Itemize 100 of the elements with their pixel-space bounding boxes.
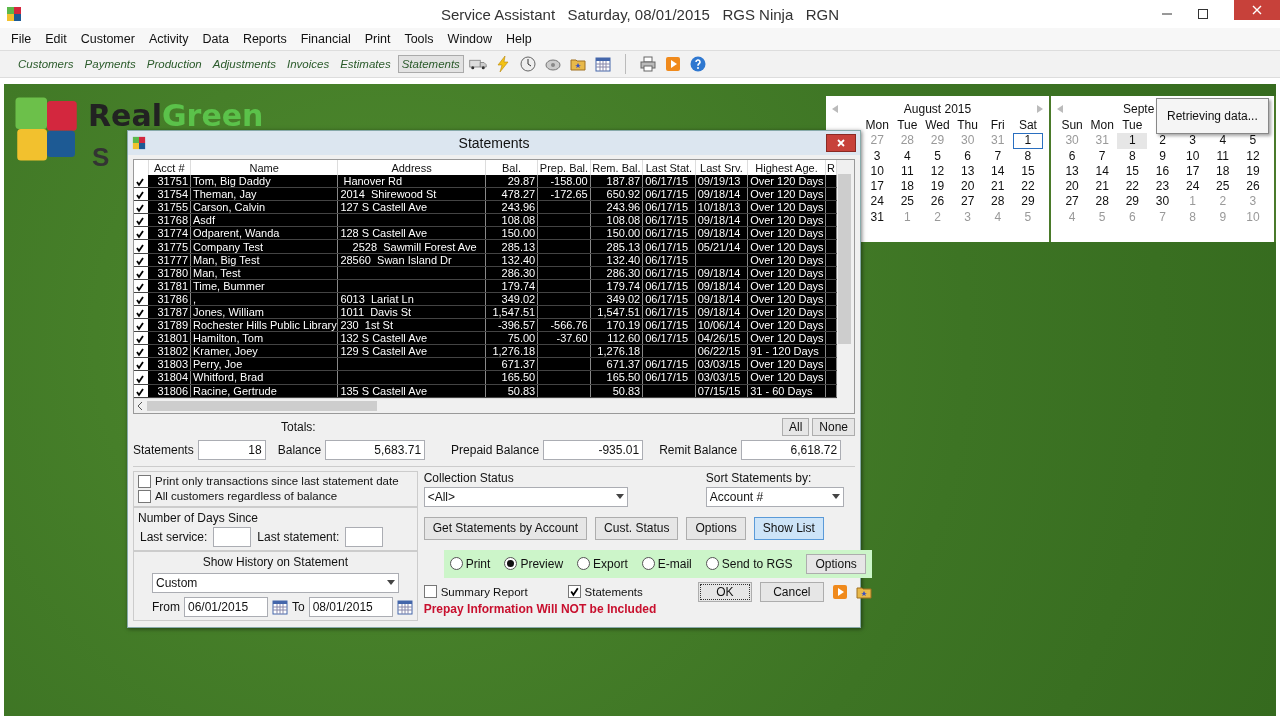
calendar-day[interactable]: 10 bbox=[862, 163, 893, 180]
toolbar-tab[interactable]: Customers bbox=[14, 55, 78, 73]
output-radio[interactable]: Print bbox=[449, 556, 491, 571]
calendar-day[interactable]: 21 bbox=[982, 179, 1013, 195]
history-dropdown[interactable]: Custom bbox=[152, 572, 399, 593]
calendar-day[interactable]: 18 bbox=[1207, 163, 1238, 180]
include-checkbox[interactable]: Summary Report bbox=[423, 585, 528, 599]
toolbar-tab[interactable]: Payments bbox=[80, 55, 140, 73]
calendar-day[interactable]: 6 bbox=[952, 148, 983, 164]
calendar-day[interactable]: 1 bbox=[1117, 133, 1148, 149]
column-header[interactable]: Address bbox=[337, 160, 486, 175]
calendar-day[interactable]: 1 bbox=[1012, 133, 1043, 149]
action-button[interactable]: Cust. Status bbox=[595, 516, 679, 540]
output-radio[interactable]: E-mail bbox=[641, 556, 692, 571]
calendar-day[interactable]: 4 bbox=[892, 148, 923, 164]
calendar-day[interactable]: 7 bbox=[982, 148, 1013, 164]
calendar-day[interactable]: 30 bbox=[1147, 194, 1178, 210]
calendar-day[interactable]: 13 bbox=[952, 163, 983, 180]
options-button[interactable]: Options bbox=[806, 553, 866, 574]
menu-item[interactable]: Print bbox=[357, 32, 398, 46]
date-field[interactable]: 08/01/2015 bbox=[308, 596, 393, 617]
include-checkbox[interactable]: Statements bbox=[567, 585, 643, 599]
calendar-day[interactable]: 11 bbox=[892, 163, 923, 180]
action-button[interactable]: Options bbox=[686, 516, 746, 540]
column-header[interactable]: Prep. Bal. bbox=[537, 160, 591, 175]
calendar-day[interactable]: 8 bbox=[1117, 148, 1148, 164]
menu-item[interactable]: Data bbox=[195, 32, 236, 46]
menu-item[interactable]: Reports bbox=[235, 32, 294, 46]
calendar-day[interactable]: 8 bbox=[1012, 148, 1043, 164]
column-header[interactable]: Acct # bbox=[148, 160, 191, 175]
calendar-day[interactable]: 13 bbox=[1057, 163, 1088, 180]
calendar-day[interactable]: 3 bbox=[862, 148, 893, 164]
calendar-day[interactable]: 12 bbox=[922, 163, 953, 180]
calendar-day[interactable]: 15 bbox=[1117, 163, 1148, 180]
calendar-day[interactable]: 22 bbox=[1117, 179, 1148, 195]
calendar-day[interactable]: 5 bbox=[1237, 133, 1268, 149]
toolbar-tab[interactable]: Adjustments bbox=[208, 55, 280, 73]
menu-item[interactable]: Tools bbox=[397, 32, 441, 46]
menu-item[interactable]: File bbox=[4, 32, 39, 46]
calendar-day[interactable]: 29 bbox=[1117, 194, 1148, 210]
calendar-day[interactable]: 19 bbox=[922, 179, 953, 195]
menu-item[interactable]: Customer bbox=[73, 32, 142, 46]
calendar-day[interactable]: 23 bbox=[1147, 179, 1178, 195]
collection-status-dropdown[interactable]: <All> bbox=[423, 486, 628, 507]
column-header[interactable]: R bbox=[825, 160, 837, 175]
filter-checkbox[interactable]: Print only transactions since last statement date bbox=[138, 474, 413, 488]
calendar-day[interactable]: 21 bbox=[1087, 179, 1118, 195]
action-button[interactable]: Show List bbox=[753, 516, 824, 540]
calendar-day[interactable]: 9 bbox=[1147, 148, 1178, 164]
calendar-day[interactable]: 11 bbox=[1207, 148, 1238, 164]
calendar-day[interactable]: 14 bbox=[982, 163, 1013, 180]
calendar-day[interactable]: 16 bbox=[1147, 163, 1178, 180]
column-header[interactable]: Bal. bbox=[485, 160, 538, 175]
calendar-day[interactable]: 18 bbox=[892, 179, 923, 195]
calendar-day[interactable]: 31 bbox=[862, 209, 893, 226]
calendar-day[interactable]: 28 bbox=[1087, 194, 1118, 210]
menu-item[interactable]: Financial bbox=[293, 32, 358, 46]
calendar-day[interactable]: 27 bbox=[952, 194, 983, 210]
calendar-day[interactable]: 19 bbox=[1237, 163, 1268, 180]
toolbar-tab[interactable]: Invoices bbox=[283, 55, 334, 73]
calendar-day[interactable]: 12 bbox=[1237, 148, 1268, 164]
calendar-day[interactable]: 22 bbox=[1012, 179, 1043, 195]
calendar-day[interactable]: 27 bbox=[1057, 194, 1088, 210]
calendar-day[interactable]: 28 bbox=[982, 194, 1013, 210]
ok-button[interactable]: OK bbox=[697, 581, 752, 602]
calendar-day[interactable]: 20 bbox=[952, 179, 983, 195]
calendar-day[interactable]: 2 bbox=[1147, 133, 1178, 149]
toolbar-tab[interactable]: Estimates bbox=[336, 55, 395, 73]
calendar-day[interactable]: 24 bbox=[862, 194, 893, 210]
toolbar-tab[interactable]: Statements bbox=[397, 55, 464, 73]
calendar-day[interactable]: 5 bbox=[922, 148, 953, 164]
action-button[interactable]: Get Statements by Account bbox=[423, 516, 588, 540]
output-radio[interactable]: Export bbox=[577, 556, 628, 571]
sort-dropdown[interactable]: Account # bbox=[705, 486, 844, 507]
calendar-day[interactable]: 7 bbox=[1087, 148, 1118, 164]
cancel-button[interactable]: Cancel bbox=[759, 581, 824, 602]
calendar-day[interactable]: 17 bbox=[862, 179, 893, 195]
calendar-day[interactable]: 26 bbox=[1237, 179, 1268, 195]
menu-item[interactable]: Activity bbox=[141, 32, 196, 46]
select-button[interactable]: All bbox=[781, 417, 810, 436]
menu-item[interactable]: Edit bbox=[38, 32, 74, 46]
column-header[interactable]: Last Stat. bbox=[642, 160, 696, 175]
filter-checkbox[interactable]: All customers regardless of balance bbox=[138, 489, 413, 503]
date-field[interactable]: 06/01/2015 bbox=[184, 596, 268, 617]
calendar-day[interactable]: 29 bbox=[1012, 194, 1043, 210]
calendar-day[interactable]: 25 bbox=[892, 194, 923, 210]
calendar-day[interactable]: 20 bbox=[1057, 179, 1088, 195]
column-header[interactable]: Rem. Bal. bbox=[590, 160, 643, 175]
select-button[interactable]: None bbox=[812, 417, 855, 436]
toolbar-tab[interactable]: Production bbox=[142, 55, 206, 73]
output-radio[interactable]: Send to RGS bbox=[705, 556, 793, 571]
calendar-day[interactable]: 10 bbox=[1177, 148, 1208, 164]
menu-item[interactable]: Help bbox=[499, 32, 539, 46]
calendar-day[interactable]: 26 bbox=[922, 194, 953, 210]
column-header[interactable]: Name bbox=[190, 160, 338, 175]
calendar-day[interactable]: 6 bbox=[1057, 148, 1088, 164]
calendar-day[interactable]: 3 bbox=[1177, 133, 1208, 149]
column-header[interactable]: Highest Age. bbox=[747, 160, 826, 175]
calendar-day[interactable]: 14 bbox=[1087, 163, 1118, 180]
calendar-day[interactable]: 24 bbox=[1177, 179, 1208, 195]
